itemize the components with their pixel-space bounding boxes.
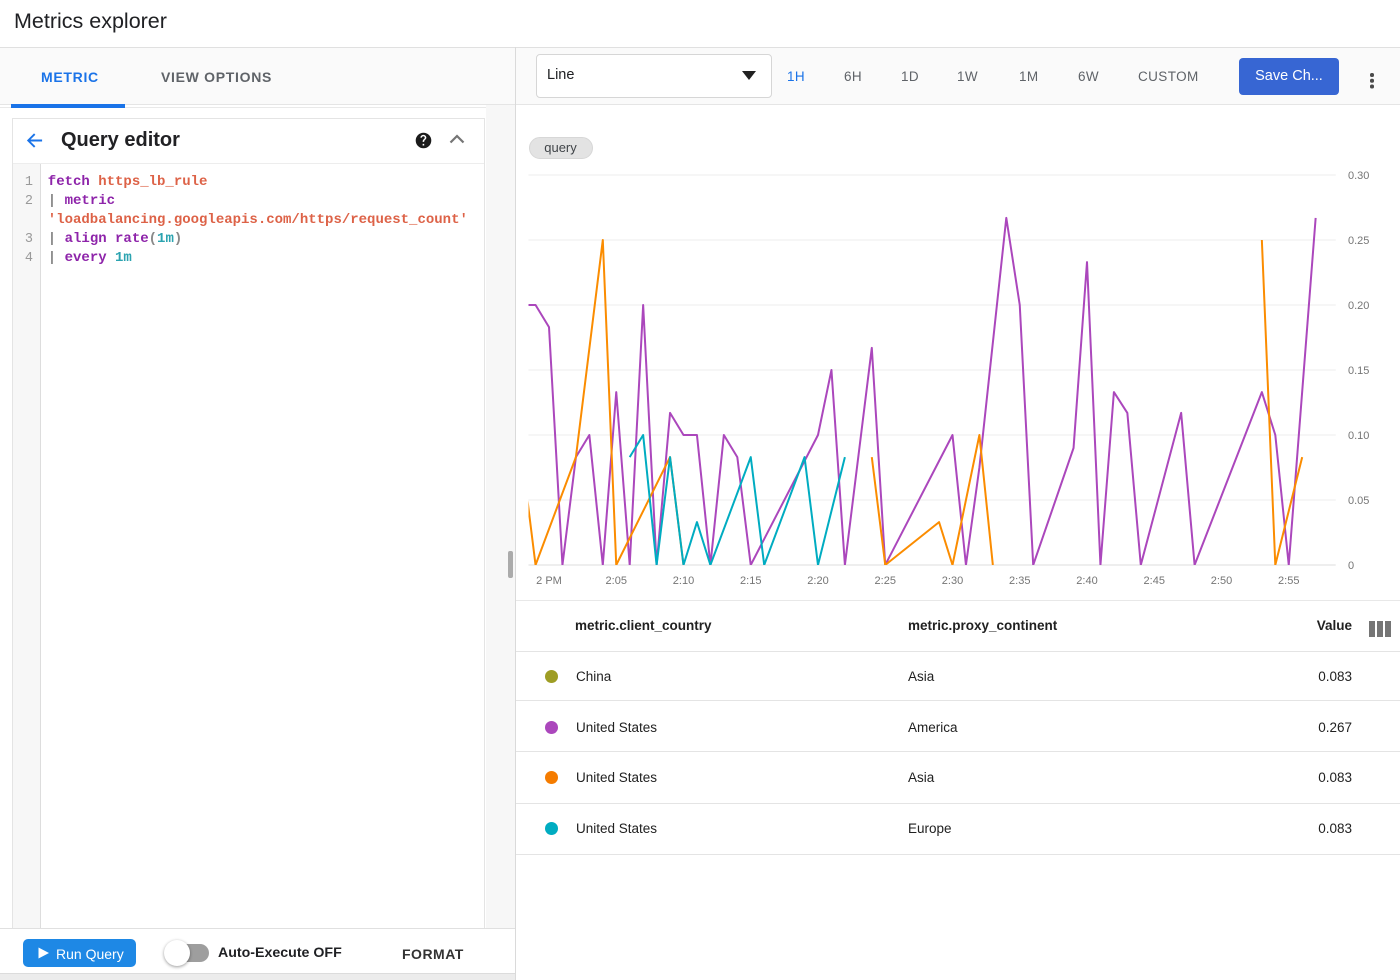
svg-text:2:20: 2:20 — [807, 575, 828, 587]
svg-text:2:40: 2:40 — [1076, 575, 1097, 587]
svg-text:2 PM: 2 PM — [536, 575, 562, 587]
svg-text:2:50: 2:50 — [1211, 575, 1232, 587]
svg-text:2:55: 2:55 — [1278, 575, 1299, 587]
svg-text:0.10: 0.10 — [1348, 430, 1369, 442]
svg-text:2:05: 2:05 — [606, 575, 627, 587]
svg-text:0.15: 0.15 — [1348, 365, 1369, 377]
svg-text:2:35: 2:35 — [1009, 575, 1030, 587]
svg-text:0.30: 0.30 — [1348, 170, 1369, 182]
svg-text:2:45: 2:45 — [1144, 575, 1165, 587]
svg-text:2:10: 2:10 — [673, 575, 694, 587]
svg-text:2:30: 2:30 — [942, 575, 963, 587]
svg-text:2:15: 2:15 — [740, 575, 761, 587]
svg-text:0.25: 0.25 — [1348, 235, 1369, 247]
svg-text:0.20: 0.20 — [1348, 300, 1369, 312]
svg-text:0.05: 0.05 — [1348, 495, 1369, 507]
svg-text:2:25: 2:25 — [875, 575, 896, 587]
svg-text:0: 0 — [1348, 560, 1354, 572]
